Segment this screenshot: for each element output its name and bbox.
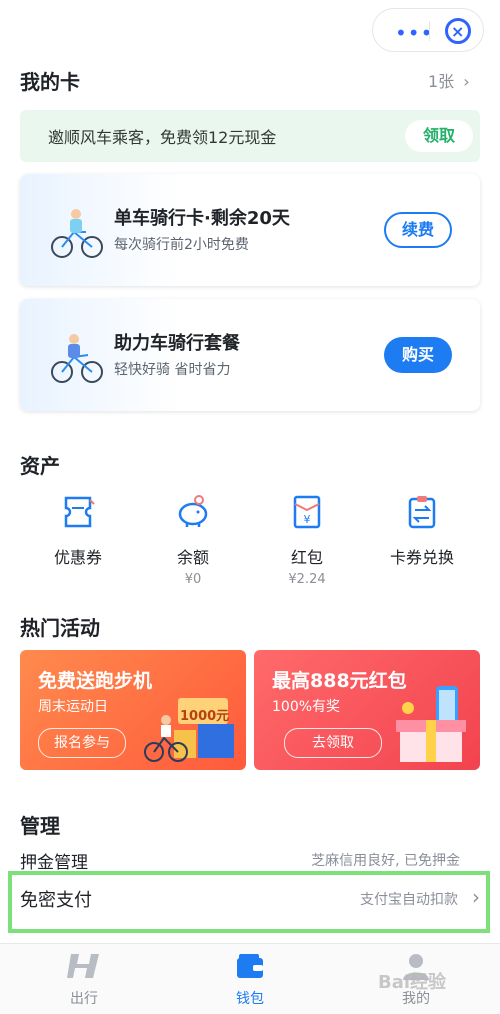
- activity-treadmill[interactable]: 免费送跑步机 周末运动日 报名参与 1000元: [20, 650, 246, 770]
- buy-button[interactable]: 购买: [384, 337, 452, 373]
- travel-logo-icon: [67, 954, 99, 978]
- coupon-icon: [64, 496, 95, 528]
- red-packet-icon: ¥: [293, 495, 321, 529]
- asset-balance[interactable]: 余额 ¥0: [143, 494, 243, 587]
- cyclist-icon: [51, 334, 103, 383]
- more-dots-icon[interactable]: •••: [395, 21, 433, 45]
- row-value: 芝麻信用良好, 已免押金: [311, 853, 460, 869]
- asset-label: 卡券兑换: [389, 548, 454, 567]
- my-cards-count: 1张: [428, 72, 455, 91]
- tab-label: 出行: [70, 991, 98, 1007]
- ebike-package-card[interactable]: 助力车骑行套餐 轻快好骑 省时省力 购买: [20, 299, 480, 411]
- capsule-divider: [429, 21, 430, 41]
- asset-label: 红包: [290, 548, 323, 567]
- my-cards-count-link[interactable]: 1张 ›: [428, 68, 470, 92]
- claim-activity-button[interactable]: 去领取: [284, 728, 382, 758]
- my-cards-title: 我的卡: [20, 70, 80, 94]
- chevron-right-icon: ›: [463, 72, 470, 91]
- asset-label: 优惠券: [53, 548, 102, 567]
- card-subtitle: 轻快好骑 省时省力: [114, 362, 231, 378]
- asset-red-packet[interactable]: ¥ 红包 ¥2.24: [257, 494, 357, 587]
- promo-text: 邀顺风车乘客，免费领12元现金: [48, 128, 277, 147]
- prize-badge: 1000元: [180, 709, 230, 724]
- close-circle-icon[interactable]: ×: [445, 18, 471, 44]
- watermark-text: Bai经验: [378, 972, 447, 993]
- bike-ride-card[interactable]: 单车骑行卡·剩余20天 每次骑行前2小时免费 续费: [20, 174, 480, 286]
- asset-value: ¥2.24: [288, 572, 326, 587]
- claim-button[interactable]: 领取: [405, 120, 473, 152]
- manage-title: 管理: [20, 814, 60, 838]
- row-value: 支付宝自动扣款: [360, 892, 458, 908]
- join-button[interactable]: 报名参与: [38, 728, 126, 758]
- card-title: 单车骑行卡·剩余20天: [114, 208, 290, 229]
- promo-banner[interactable]: 邀顺风车乘客，免费领12元现金 领取: [20, 110, 480, 162]
- password-free-payment-row[interactable]: 免密支付 支付宝自动扣款 ›: [20, 884, 484, 914]
- mini-program-capsule: ••• ×: [372, 8, 484, 52]
- asset-coupon[interactable]: 优惠券: [28, 494, 128, 568]
- row-label: 免密支付: [20, 890, 92, 911]
- gift-box-illustration: [396, 686, 466, 762]
- hot-activities-title: 热门活动: [20, 616, 100, 640]
- cyclist-icon: [51, 209, 103, 258]
- asset-value: ¥0: [184, 572, 202, 587]
- asset-label: 余额: [176, 548, 209, 567]
- card-title: 助力车骑行套餐: [114, 333, 240, 354]
- exchange-icon: [408, 496, 436, 529]
- activity-title: 免费送跑步机: [38, 670, 153, 692]
- tab-wallet[interactable]: 钱包: [210, 952, 290, 1008]
- svg-text:¥: ¥: [304, 513, 311, 526]
- asset-card-exchange[interactable]: 卡券兑换: [372, 494, 472, 568]
- piggy-bank-icon: [178, 495, 208, 527]
- cyclist-gift-illustration: [144, 698, 234, 762]
- tab-label: 钱包: [236, 991, 264, 1007]
- tab-travel[interactable]: 出行: [44, 952, 124, 1008]
- wallet-icon: [237, 954, 263, 978]
- activity-subtitle: 周末运动日: [38, 699, 108, 715]
- deposit-management-row[interactable]: 押金管理 芝麻信用良好, 已免押金: [20, 846, 480, 873]
- activity-red-packet[interactable]: 最高888元红包 100%有奖 去领取: [254, 650, 480, 770]
- activity-subtitle: 100%有奖: [272, 699, 341, 715]
- row-label: 押金管理: [20, 853, 88, 873]
- chevron-right-icon: ›: [472, 885, 480, 909]
- assets-title: 资产: [20, 454, 60, 478]
- renew-button[interactable]: 续费: [384, 212, 452, 248]
- card-subtitle: 每次骑行前2小时免费: [114, 237, 249, 253]
